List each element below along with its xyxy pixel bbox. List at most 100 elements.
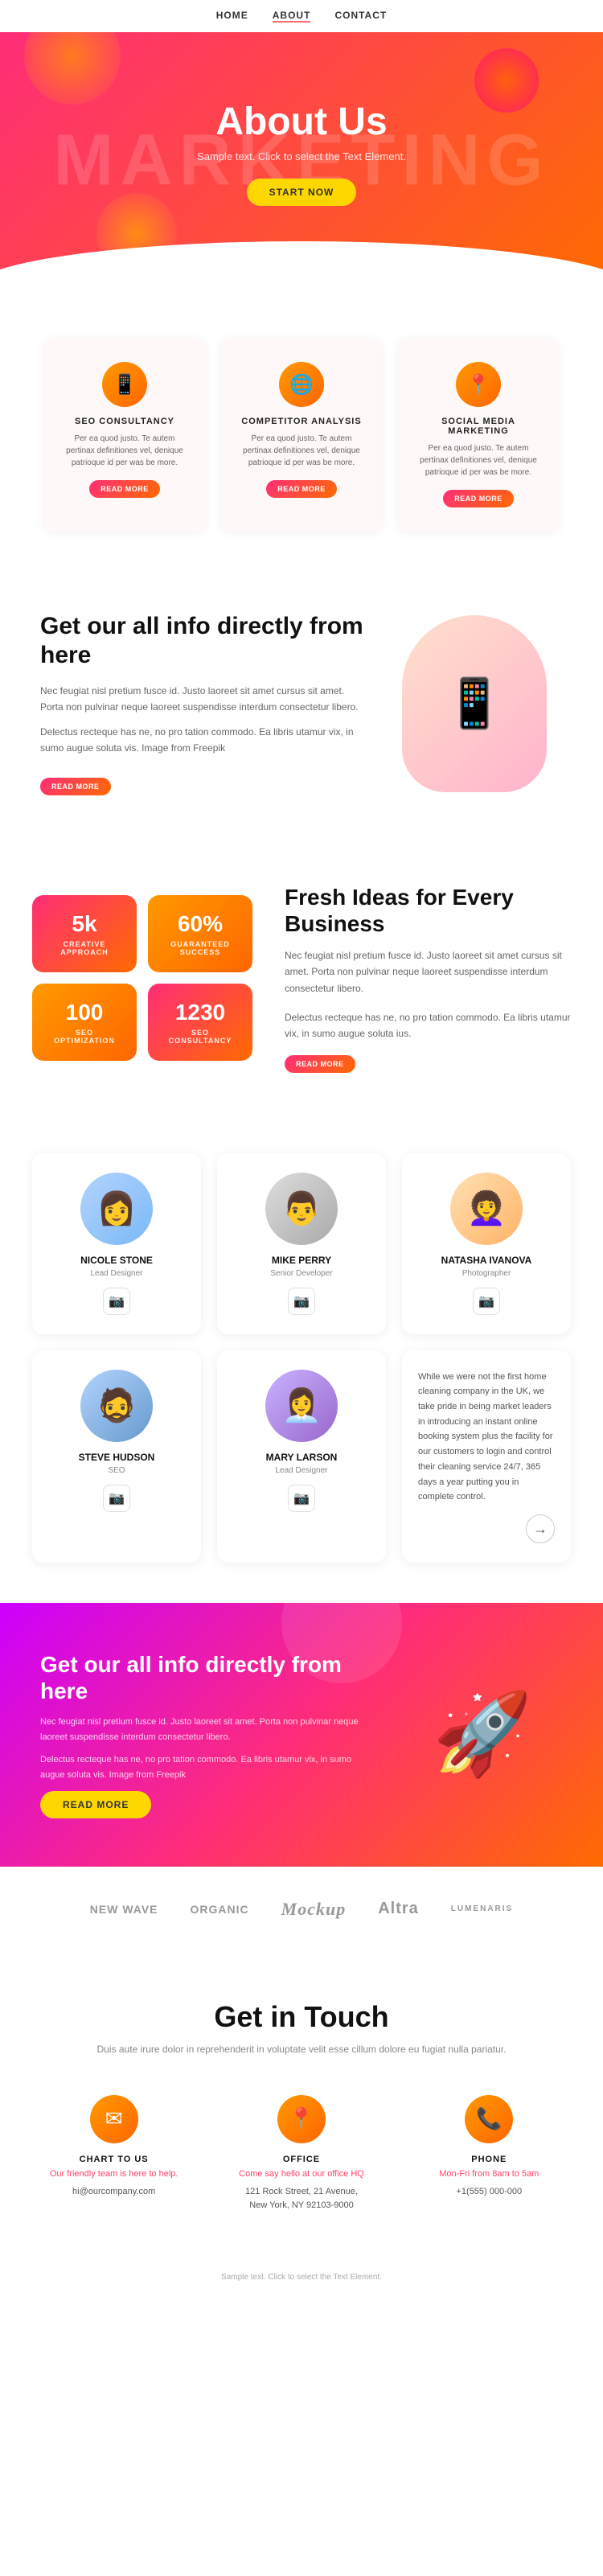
team-grid-top: 👩 NICOLE STONE Lead Designer 📷 👨 MIKE PE… bbox=[32, 1153, 571, 1334]
hero-blob-1 bbox=[24, 32, 121, 105]
service-card: 📍 SOCIAL MEDIA MARKETING Per ea quod jus… bbox=[398, 338, 559, 532]
nav-home[interactable]: HOME bbox=[216, 10, 248, 23]
instagram-icon-bottom-1[interactable]: 📷 bbox=[288, 1485, 315, 1512]
contact-card-0: ✉ CHART TO US Our friendly team is here … bbox=[32, 2095, 195, 2213]
service-desc-1: Per ea quod justo. Te autem pertinax def… bbox=[237, 433, 366, 469]
stat-label-1: GUARANTEED SUCCESS bbox=[164, 940, 236, 956]
info-read-more-button[interactable]: READ MORE bbox=[40, 778, 111, 795]
fresh-title: Fresh Ideas for Every Business bbox=[285, 884, 571, 938]
hero-cta-button[interactable]: START NOW bbox=[247, 179, 357, 206]
service-title-1: COMPETITOR ANALYSIS bbox=[237, 417, 366, 426]
hero-title: About Us bbox=[215, 100, 387, 144]
team-name-1: MIKE PERRY bbox=[233, 1255, 370, 1266]
contact-link-1: Come say hello at our office HQ bbox=[219, 2169, 383, 2179]
stat-card-1: 60% GUARANTEED SUCCESS bbox=[148, 895, 252, 972]
navigation: HOME ABOUT CONTACT bbox=[0, 0, 603, 32]
brand-logo-3: Altra bbox=[378, 1900, 419, 1918]
nav-about[interactable]: ABOUT bbox=[273, 10, 311, 23]
cta-title: Get our all info directly from here bbox=[40, 1651, 370, 1705]
contact-grid: ✉ CHART TO US Our friendly team is here … bbox=[32, 2095, 571, 2213]
hand-mockup: 📱 bbox=[402, 615, 547, 792]
hero-blob-2 bbox=[474, 48, 539, 113]
team-grid-bottom: 🧔 STEVE HUDSON SEO 📷 👩‍💼 MARY LARSON Lea… bbox=[32, 1350, 571, 1563]
team-avatar-1: 👨 bbox=[265, 1173, 338, 1245]
contact-title: Get in Touch bbox=[32, 2000, 571, 2034]
stat-card-0: 5k CREATIVE APPROACH bbox=[32, 895, 137, 972]
fresh-para1: Nec feugiat nisl pretium fusce id. Justo… bbox=[285, 947, 571, 996]
stat-num-0: 5k bbox=[48, 911, 121, 937]
stat-card-2: 100 SEO OPTIMIZATION bbox=[32, 984, 137, 1061]
cta-section: Get our all info directly from here Nec … bbox=[0, 1603, 603, 1867]
cta-image: 🚀 bbox=[402, 1687, 563, 1781]
contact-section: Get in Touch Duis aute irure dolor in re… bbox=[0, 1952, 603, 2262]
stat-label-3: SEO CONSULTANCY bbox=[164, 1029, 236, 1045]
services-section: 📱 SEO CONSULTANCY Per ea quod justo. Te … bbox=[0, 290, 603, 564]
footer-note: Sample text. Click to select the Text El… bbox=[0, 2262, 603, 2293]
contact-card-2: 📞 PHONE Mon-Fri from 8am to 5am +1(555) … bbox=[408, 2095, 571, 2213]
service-icon-2: 📍 bbox=[456, 362, 501, 407]
contact-icon-0: ✉ bbox=[90, 2095, 138, 2143]
team-name-bottom-1: MARY LARSON bbox=[233, 1452, 370, 1463]
team-card-natasha-ivanova: 👩‍🦱 NATASHA IVANOVA Photographer 📷 bbox=[402, 1153, 571, 1334]
cta-content: Get our all info directly from here Nec … bbox=[40, 1651, 370, 1818]
contact-link-2: Mon-Fri from 8am to 5am bbox=[408, 2169, 571, 2179]
instagram-icon-1[interactable]: 📷 bbox=[288, 1288, 315, 1315]
service-desc-0: Per ea quod justo. Te autem pertinax def… bbox=[60, 433, 189, 469]
stat-num-3: 1230 bbox=[164, 1000, 236, 1025]
info-content: Get our all info directly from here Nec … bbox=[40, 612, 370, 795]
team-name-bottom-0: STEVE HUDSON bbox=[48, 1452, 185, 1463]
team-section: 👩 NICOLE STONE Lead Designer 📷 👨 MIKE PE… bbox=[0, 1113, 603, 1603]
team-avatar-2: 👩‍🦱 bbox=[450, 1173, 523, 1245]
team-card-nicole-stone: 👩 NICOLE STONE Lead Designer 📷 bbox=[32, 1153, 201, 1334]
service-title-0: SEO CONSULTANCY bbox=[60, 417, 189, 426]
service-card: 🌐 COMPETITOR ANALYSIS Per ea quod justo.… bbox=[221, 338, 382, 532]
contact-link-0: Our friendly team is here to help. bbox=[32, 2169, 195, 2179]
contact-subtitle: Duis aute irure dolor in reprehenderit i… bbox=[32, 2044, 571, 2055]
team-card-bottom-mary-larson: 👩‍💼 MARY LARSON Lead Designer 📷 bbox=[217, 1350, 386, 1563]
info-title: Get our all info directly from here bbox=[40, 612, 370, 670]
brand-logo-1: ORGANIC bbox=[191, 1903, 249, 1916]
team-role-2: Photographer bbox=[418, 1269, 555, 1278]
team-name-2: NATASHA IVANOVA bbox=[418, 1255, 555, 1266]
stat-card-3: 1230 SEO CONSULTANCY bbox=[148, 984, 252, 1061]
fresh-read-more-button[interactable]: READ MORE bbox=[285, 1055, 355, 1073]
team-role-1: Senior Developer bbox=[233, 1269, 370, 1278]
info-section: Get our all info directly from here Nec … bbox=[0, 564, 603, 844]
hero-wave bbox=[0, 241, 603, 290]
team-role-bottom-0: SEO bbox=[48, 1466, 185, 1475]
nav-contact[interactable]: CONTACT bbox=[334, 10, 387, 23]
team-arrow-button[interactable]: → bbox=[526, 1514, 555, 1543]
team-name-0: NICOLE STONE bbox=[48, 1255, 185, 1266]
team-avatar-0: 👩 bbox=[80, 1173, 153, 1245]
contact-type-2: PHONE bbox=[408, 2155, 571, 2164]
service-read-more-1[interactable]: READ MORE bbox=[266, 480, 337, 498]
services-grid: 📱 SEO CONSULTANCY Per ea quod justo. Te … bbox=[32, 338, 571, 532]
instagram-icon-bottom-0[interactable]: 📷 bbox=[103, 1485, 130, 1512]
service-card: 📱 SEO CONSULTANCY Per ea quod justo. Te … bbox=[44, 338, 205, 532]
team-company-text-card: While we were not the first home cleanin… bbox=[402, 1350, 571, 1563]
team-avatar-bottom-0: 🧔 bbox=[80, 1370, 153, 1442]
instagram-icon-2[interactable]: 📷 bbox=[473, 1288, 500, 1315]
hero-subtitle: Sample text. Click to select the Text El… bbox=[197, 150, 406, 162]
instagram-icon-0[interactable]: 📷 bbox=[103, 1288, 130, 1315]
cta-read-more-button[interactable]: READ MORE bbox=[40, 1791, 151, 1818]
brand-logo-0: NEW WAVE bbox=[90, 1903, 158, 1916]
hero-section: MARKETING About Us Sample text. Click to… bbox=[0, 32, 603, 290]
stat-label-2: SEO OPTIMIZATION bbox=[48, 1029, 121, 1045]
contact-type-1: OFFICE bbox=[219, 2155, 383, 2164]
team-card-mike-perry: 👨 MIKE PERRY Senior Developer 📷 bbox=[217, 1153, 386, 1334]
service-icon-1: 🌐 bbox=[279, 362, 324, 407]
contact-detail-1: 121 Rock Street, 21 Avenue,New York, NY … bbox=[219, 2185, 383, 2213]
contact-type-0: CHART TO US bbox=[32, 2155, 195, 2164]
team-avatar-bottom-1: 👩‍💼 bbox=[265, 1370, 338, 1442]
team-company-text: While we were not the first home cleanin… bbox=[418, 1370, 555, 1505]
info-para1: Nec feugiat nisl pretium fusce id. Justo… bbox=[40, 683, 370, 716]
service-icon-0: 📱 bbox=[102, 362, 147, 407]
contact-icon-1: 📍 bbox=[277, 2095, 326, 2143]
service-read-more-0[interactable]: READ MORE bbox=[89, 480, 160, 498]
stats-grid: 5k CREATIVE APPROACH 60% GUARANTEED SUCC… bbox=[32, 895, 252, 1061]
service-read-more-2[interactable]: READ MORE bbox=[443, 490, 514, 507]
contact-card-1: 📍 OFFICE Come say hello at our office HQ… bbox=[219, 2095, 383, 2213]
stat-num-2: 100 bbox=[48, 1000, 121, 1025]
cta-para1: Nec feugiat nisl pretium fusce id. Justo… bbox=[40, 1715, 370, 1744]
